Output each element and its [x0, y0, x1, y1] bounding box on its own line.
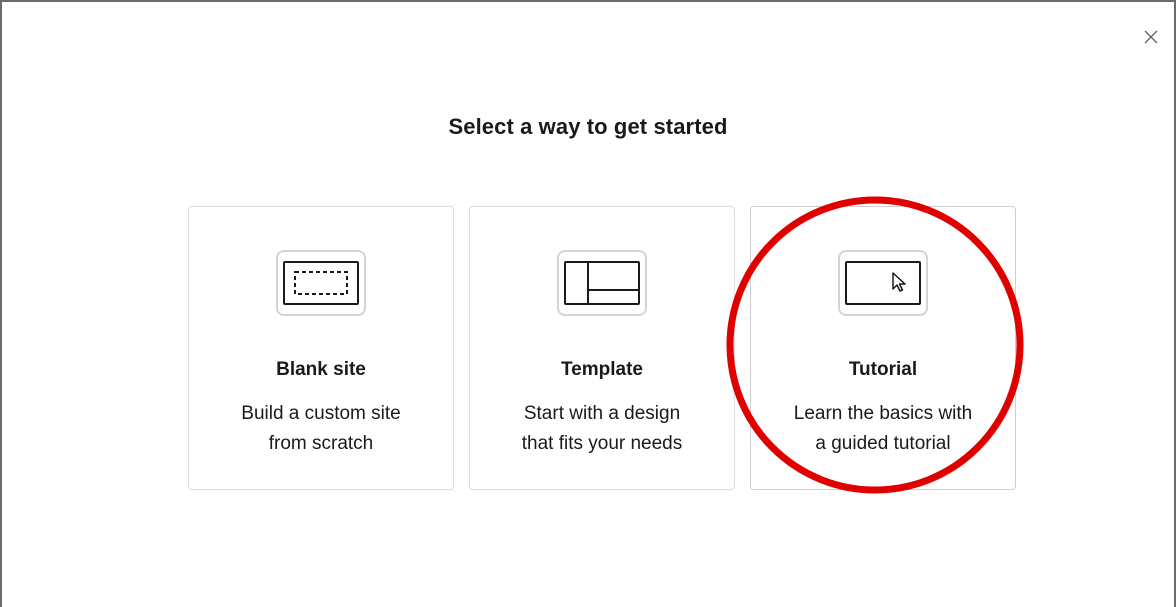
- close-button[interactable]: [1138, 24, 1164, 50]
- blank-site-icon-frame: [276, 250, 366, 316]
- template-desc-line2: that fits your needs: [521, 433, 683, 454]
- blank-site-card[interactable]: Blank site Build a custom site from scra…: [188, 206, 454, 490]
- template-title: Template: [560, 359, 643, 380]
- get-started-dialog: Select a way to get started Blank site B…: [0, 0, 1176, 607]
- blank-site-title: Blank site: [276, 359, 366, 380]
- template-description: Start with a design that fits your needs: [470, 399, 734, 459]
- template-card[interactable]: Template Start with a design that fits y…: [469, 206, 735, 490]
- tutorial-desc-line1: Learn the basics with: [793, 403, 973, 424]
- blank-site-desc-line1: Build a custom site: [241, 403, 401, 424]
- tutorial-description: Learn the basics with a guided tutorial: [751, 399, 1015, 459]
- tutorial-icon-frame: [838, 250, 928, 316]
- blank-site-icon: [283, 261, 359, 305]
- tutorial-title: Tutorial: [848, 359, 918, 380]
- template-layout-icon: [564, 261, 640, 305]
- tutorial-desc-line2: a guided tutorial: [815, 433, 951, 454]
- template-desc-line1: Start with a design: [523, 403, 681, 424]
- cursor-window-icon: [845, 261, 921, 305]
- blank-site-description: Build a custom site from scratch: [189, 399, 453, 459]
- blank-site-desc-line2: from scratch: [268, 433, 374, 454]
- dialog-title: Select a way to get started: [448, 114, 728, 139]
- option-cards: Blank site Build a custom site from scra…: [188, 206, 1016, 490]
- close-icon: [1144, 30, 1158, 44]
- tutorial-card[interactable]: Tutorial Learn the basics with a guided …: [750, 206, 1016, 490]
- template-icon-frame: [557, 250, 647, 316]
